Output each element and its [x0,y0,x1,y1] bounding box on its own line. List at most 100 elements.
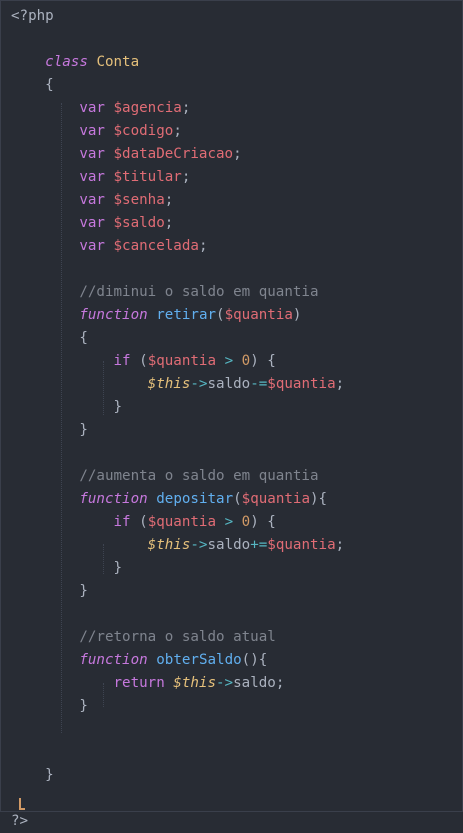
code-line[interactable]: $this->saldo+=$quantia; [11,534,345,557]
code-line[interactable]: ?> [11,810,28,833]
code-line[interactable]: //retorna o saldo atual [11,626,276,649]
code-line[interactable]: return $this->saldo; [11,672,285,695]
code-token: > [224,514,234,530]
code-token: ; [275,675,285,691]
code-line[interactable]: $this->saldo-=$quantia; [11,373,345,396]
code-token: { [11,330,88,346]
code-token: += [250,537,268,553]
code-token: //retorna o saldo atual [79,629,276,645]
code-line[interactable]: var $dataDeCriacao; [11,143,242,166]
code-token: } [11,399,123,415]
code-token: ; [164,192,174,208]
code-token: function [79,491,148,507]
code-token: -> [190,376,208,392]
code-line[interactable]: } [11,580,88,603]
code-token: ; [335,376,345,392]
code-line[interactable]: function obterSaldo(){ [11,649,267,672]
code-line[interactable]: //aumenta o saldo em quantia [11,465,318,488]
code-line[interactable]: var $titular; [11,166,190,189]
code-token: $dataDeCriacao [113,146,234,162]
code-line[interactable]: { [11,327,88,350]
code-token: ; [181,100,191,116]
code-token: $quantia [147,353,217,369]
code-token: ; [233,146,242,162]
code-token: obterSaldo [156,652,242,668]
code-token: <?php [11,8,54,24]
code-line[interactable]: } [11,695,88,718]
code-token: > [224,353,234,369]
code-line[interactable]: <?php [11,5,54,28]
code-token: ; [335,537,345,553]
code-token: Conta [96,54,140,70]
code-token: $quantia [147,514,217,530]
code-line[interactable]: var $cancelada; [11,235,207,258]
code-token: return [113,675,165,691]
code-token: saldo [207,537,251,553]
code-line[interactable]: var $agencia; [11,97,190,120]
code-line[interactable]: } [11,557,122,580]
code-line[interactable]: var $senha; [11,189,173,212]
code-token: //diminui o saldo em quantia [79,284,319,300]
code-token: 0 [241,353,251,369]
code-token: $cancelada [113,238,199,254]
code-token: ) [292,307,302,323]
code-line[interactable]: class Conta [11,51,139,74]
code-line[interactable]: if ($quantia > 0) { [11,511,276,534]
code-token: -> [216,675,234,691]
code-token: var [79,192,105,208]
code-token: ( [216,307,225,323]
code-editor[interactable]: <?php class Conta { var $agencia; var $c… [0,0,463,829]
code-token: depositar [156,491,234,507]
code-token: saldo [233,675,276,691]
code-token: } [11,767,54,783]
code-line[interactable]: function depositar($quantia){ [11,488,327,511]
code-token: } [11,583,88,599]
code-line[interactable]: { [11,74,54,97]
code-line[interactable]: var $codigo; [11,120,182,143]
code-token: ; [173,123,182,139]
code-token: } [11,422,88,438]
code-token: ) { [250,514,276,530]
code-token: var [79,146,105,162]
code-line[interactable]: } [11,396,122,419]
code-token: retirar [156,307,217,323]
code-token: $senha [113,192,165,208]
code-line[interactable]: if ($quantia > 0) { [11,350,276,373]
code-token: ( [130,353,148,369]
code-token: { [11,77,54,93]
code-line[interactable]: //diminui o saldo em quantia [11,281,319,304]
code-line[interactable]: function retirar($quantia) [11,304,301,327]
code-token: ?> [11,813,29,829]
code-token: ) { [250,353,276,369]
code-line[interactable]: var $saldo; [11,212,173,235]
code-token: var [79,123,105,139]
code-line[interactable]: } [11,419,88,442]
code-line[interactable]: } [11,764,54,787]
caret-marker [19,798,25,810]
